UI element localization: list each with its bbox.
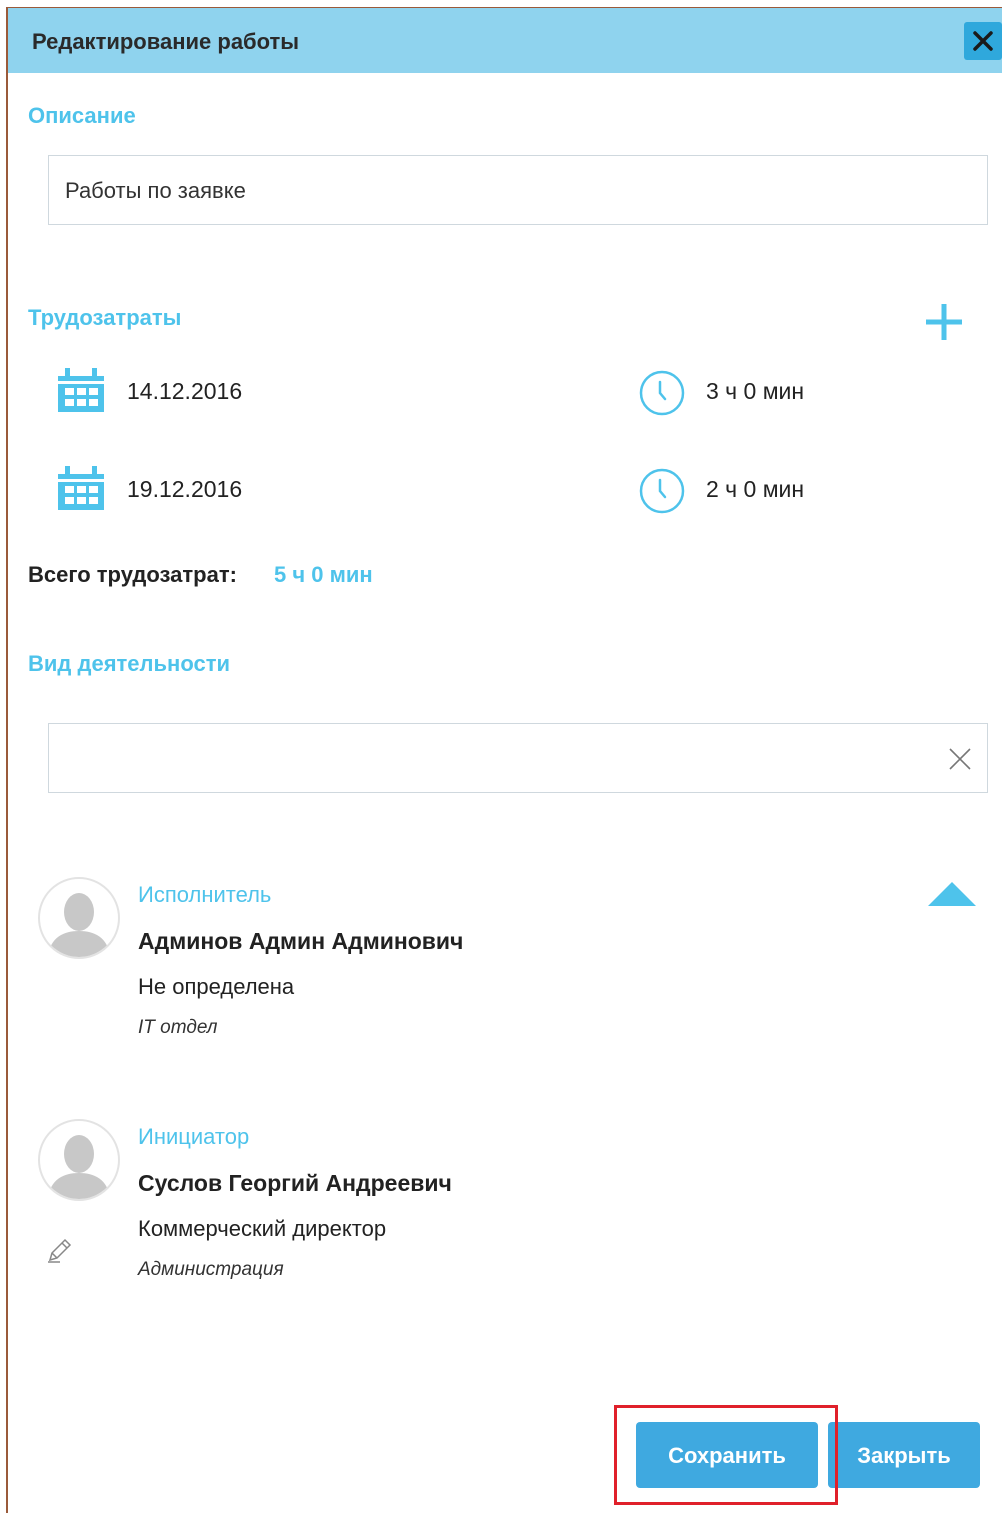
calendar-icon: [58, 368, 104, 412]
dialog-title: Редактирование работы: [32, 29, 300, 54]
clock-icon: [639, 370, 685, 416]
labor-date: 14.12.2016: [127, 378, 243, 404]
close-icon: [973, 31, 993, 51]
executor-name: Админов Админ Админович: [138, 928, 464, 954]
initiator-name: Суслов Георгий Андреевич: [138, 1170, 452, 1196]
description-label: Описание: [28, 103, 136, 128]
initiator-department: Администрация: [138, 1259, 284, 1280]
clock-icon: [639, 468, 685, 514]
initiator-avatar: [38, 1119, 120, 1201]
activity-select[interactable]: [48, 723, 988, 793]
executor-role: Исполнитель: [138, 882, 272, 907]
pencil-icon[interactable]: [46, 1236, 74, 1264]
dialog-titlebar: Редактирование работы: [8, 8, 1002, 73]
initiator-role: Инициатор: [138, 1124, 250, 1149]
clear-icon[interactable]: [949, 748, 971, 770]
description-input[interactable]: Работы по заявке: [48, 155, 988, 225]
activity-label: Вид деятельности: [28, 651, 231, 676]
plus-icon[interactable]: [924, 302, 964, 342]
labor-total-value: 5 ч 0 мин: [274, 562, 373, 587]
labor-label: Трудозатраты: [28, 305, 182, 330]
labor-duration: 2 ч 0 мин: [706, 476, 805, 502]
labor-date: 19.12.2016: [127, 476, 243, 502]
executor-avatar: [38, 877, 120, 959]
labor-total-label: Всего трудозатрат:: [28, 562, 237, 587]
edit-work-dialog: Редактирование работы Описание Работы по…: [6, 7, 1002, 1513]
close-button[interactable]: Закрыть: [828, 1422, 980, 1488]
close-dialog-button[interactable]: [964, 22, 1002, 60]
initiator-position: Коммерческий директор: [138, 1216, 387, 1241]
save-button-highlight: [614, 1405, 838, 1505]
labor-duration: 3 ч 0 мин: [706, 378, 805, 404]
executor-department: IT отдел: [138, 1017, 218, 1038]
executor-position: Не определена: [138, 974, 295, 999]
user-silhouette-icon: [48, 893, 110, 957]
description-value: Работы по заявке: [65, 178, 246, 203]
calendar-icon: [58, 466, 104, 510]
collapse-up-icon[interactable]: [928, 882, 976, 906]
user-silhouette-icon: [48, 1135, 110, 1199]
